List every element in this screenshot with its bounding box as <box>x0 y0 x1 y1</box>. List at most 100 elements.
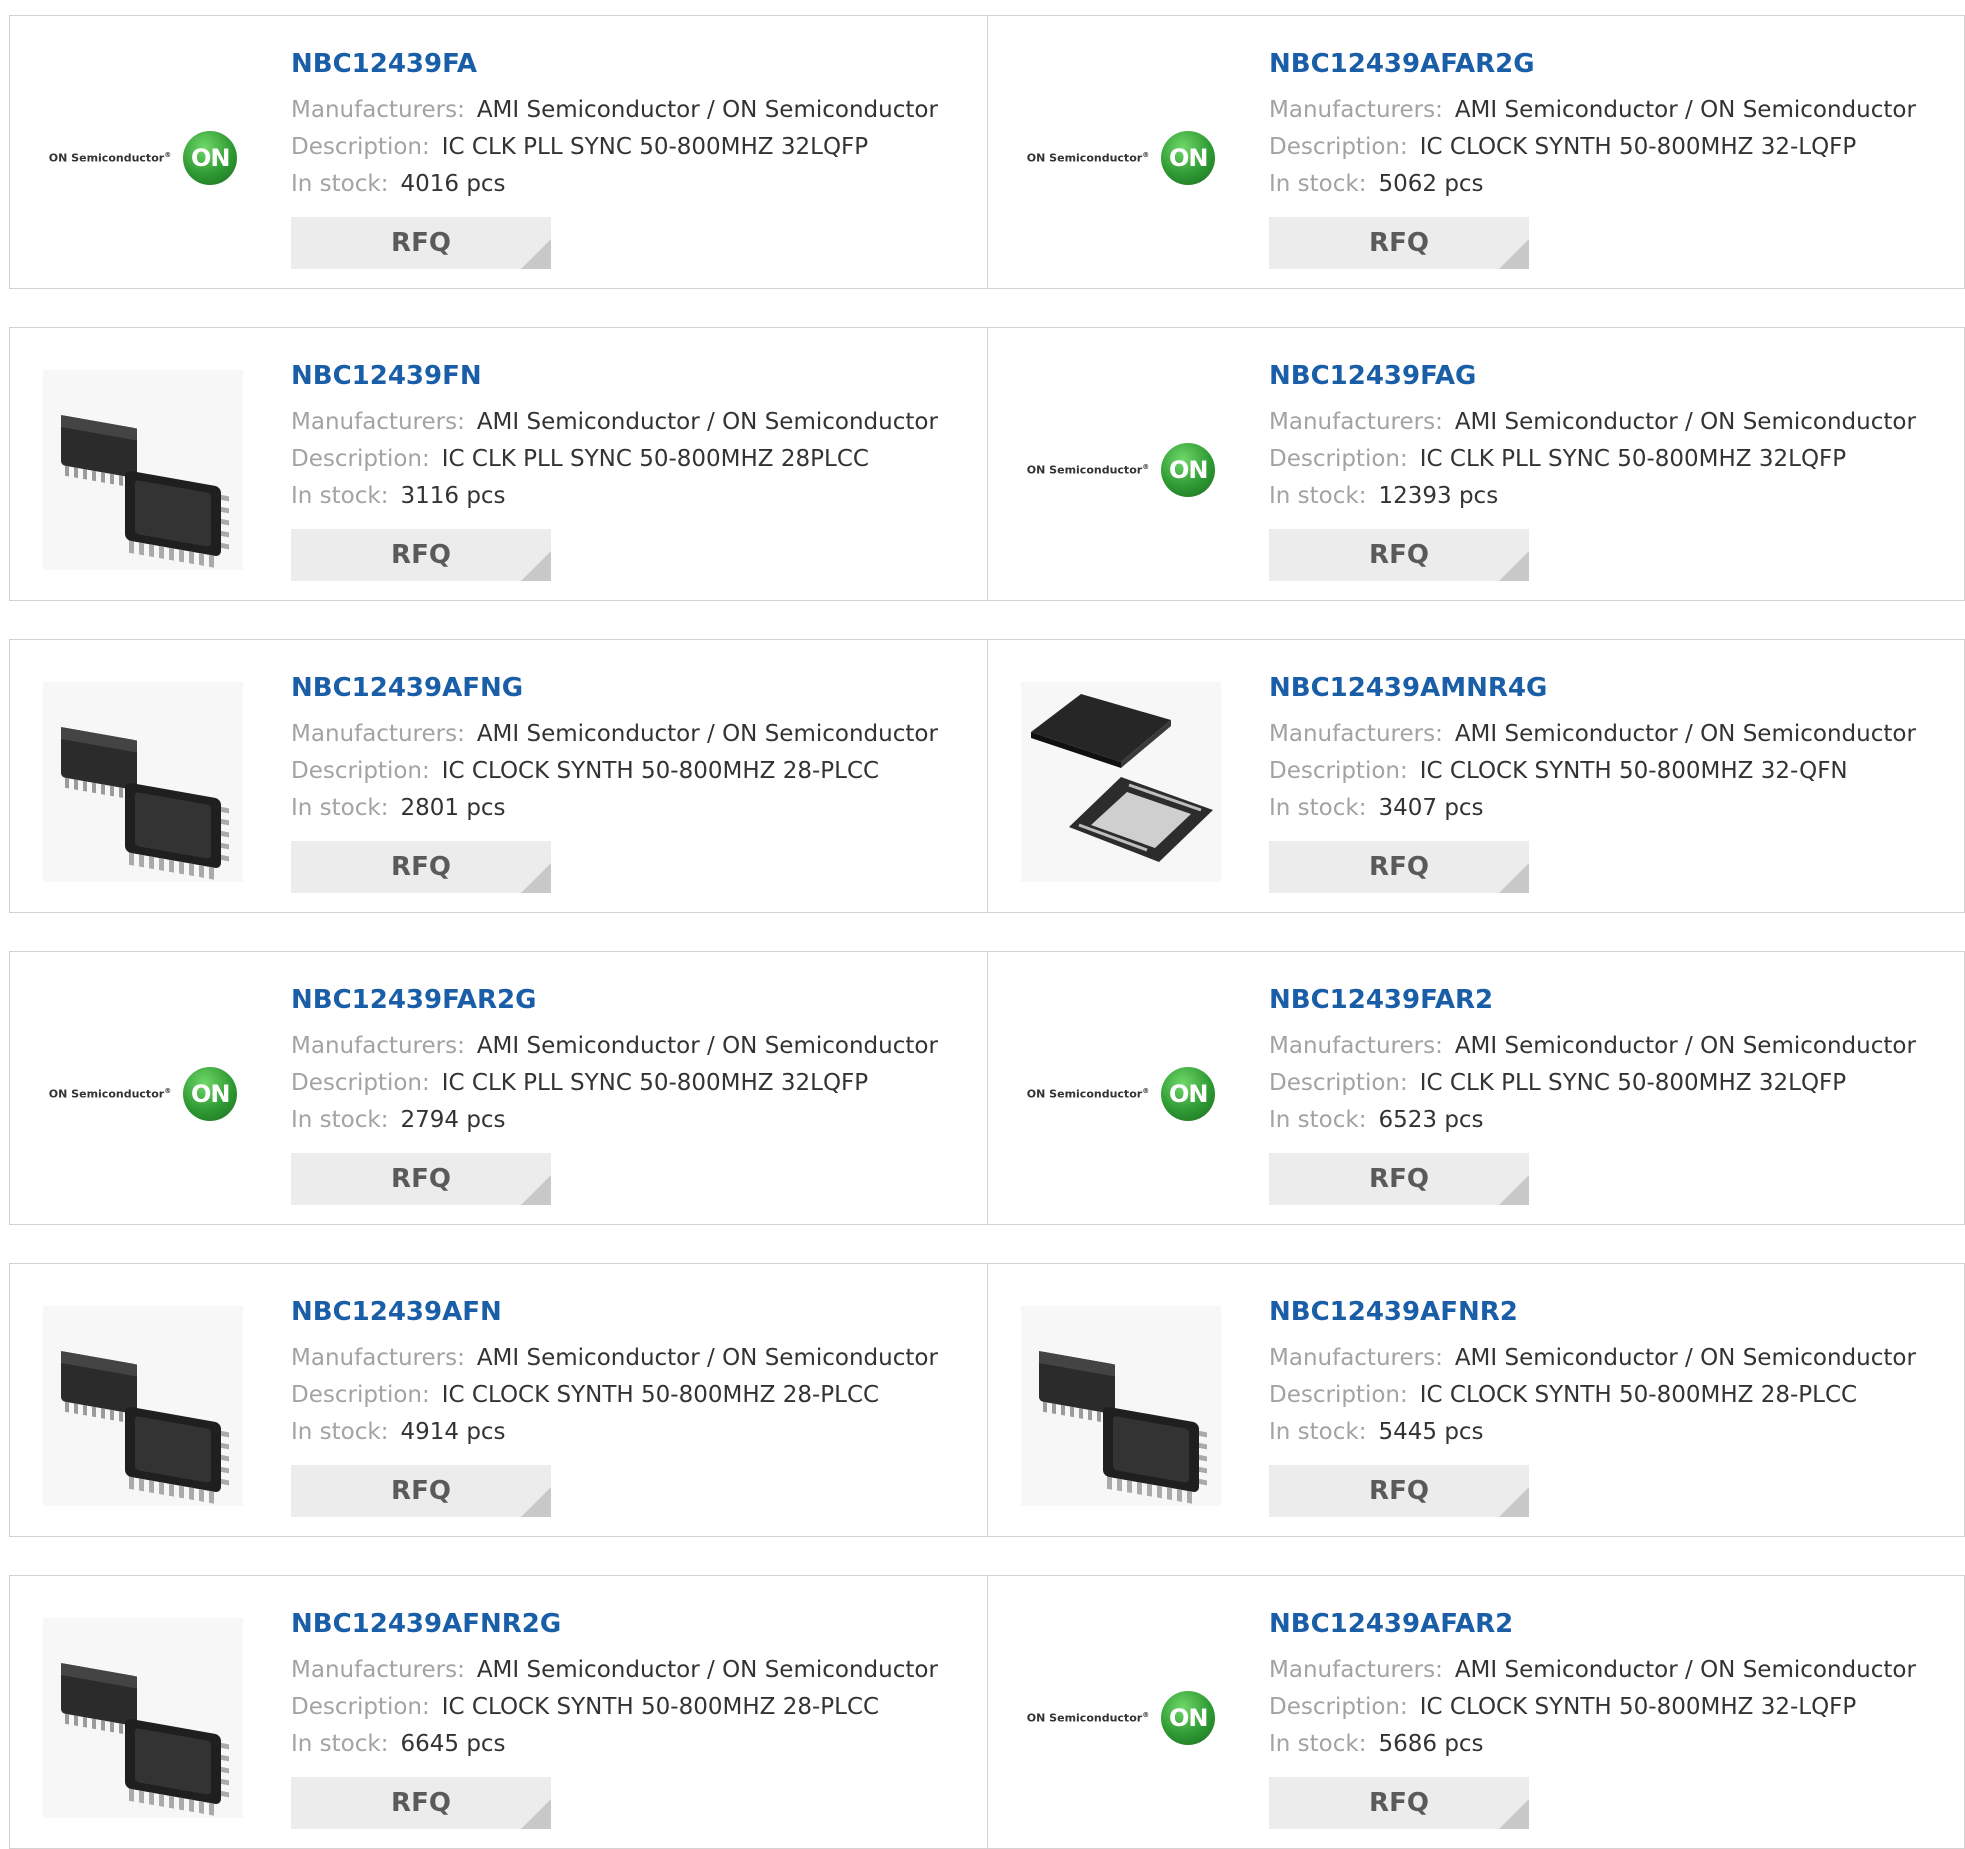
rfq-label: RFQ <box>1369 1788 1429 1818</box>
part-number-link[interactable]: NBC12439FAR2G <box>291 984 978 1016</box>
part-number-link[interactable]: NBC12439AFNG <box>291 672 978 704</box>
product-image: ON Semiconductor® ON <box>43 58 243 258</box>
rfq-button[interactable]: RFQ <box>1269 1777 1529 1829</box>
manufacturer-value: AMI Semiconductor / ON Semiconductor <box>476 1657 938 1683</box>
rfq-button[interactable]: RFQ <box>291 217 551 269</box>
description-value: IC CLOCK SYNTH 50-800MHZ 32-LQFP <box>1419 134 1857 160</box>
part-number-link[interactable]: NBC12439FA <box>291 48 978 80</box>
product-image: ON Semiconductor® ON <box>43 994 243 1194</box>
part-number-link[interactable]: NBC12439AFNR2 <box>1269 1296 1956 1328</box>
qfn-chip-image <box>1021 682 1221 882</box>
rfq-button[interactable]: RFQ <box>291 841 551 893</box>
in-stock-label: In stock: <box>291 1731 389 1757</box>
manufacturer-row: Manufacturers: AMI Semiconductor / ON Sem… <box>291 1340 978 1377</box>
manufacturers-label: Manufacturers: <box>1269 409 1443 435</box>
description-label: Description: <box>1269 1070 1408 1096</box>
manufacturer-value: AMI Semiconductor / ON Semiconductor <box>1454 1345 1916 1371</box>
rfq-button[interactable]: RFQ <box>291 529 551 581</box>
manufacturers-label: Manufacturers: <box>291 409 465 435</box>
in-stock-label: In stock: <box>291 483 389 509</box>
in-stock-label: In stock: <box>1269 171 1367 197</box>
manufacturer-row: Manufacturers: AMI Semiconductor / ON Sem… <box>1269 1028 1956 1065</box>
manufacturer-row: Manufacturers: AMI Semiconductor / ON Sem… <box>1269 716 1956 753</box>
manufacturer-row: Manufacturers: AMI Semiconductor / ON Sem… <box>291 404 978 441</box>
description-row: Description: IC CLOCK SYNTH 50-800MHZ 32-… <box>1269 1689 1956 1726</box>
manufacturer-row: Manufacturers: AMI Semiconductor / ON Sem… <box>1269 92 1956 129</box>
description-value: IC CLOCK SYNTH 50-800MHZ 32-QFN <box>1419 758 1848 784</box>
stock-value: 4914 pcs <box>400 1419 506 1445</box>
product-image: ON Semiconductor® ON <box>1021 1618 1221 1818</box>
rfq-button[interactable]: RFQ <box>1269 841 1529 893</box>
manufacturers-label: Manufacturers: <box>1269 1033 1443 1059</box>
rfq-button[interactable]: RFQ <box>1269 529 1529 581</box>
product-row: ON Semiconductor® ON NBC12439FAR2G Manuf… <box>9 951 1965 1225</box>
stock-row: In stock: 3116 pcs <box>291 478 978 515</box>
in-stock-label: In stock: <box>291 1419 389 1445</box>
product-image <box>43 682 243 882</box>
rfq-button[interactable]: RFQ <box>291 1465 551 1517</box>
part-number-link[interactable]: NBC12439FAR2 <box>1269 984 1956 1016</box>
description-value: IC CLOCK SYNTH 50-800MHZ 28-PLCC <box>441 1694 880 1720</box>
stock-value: 6645 pcs <box>400 1731 506 1757</box>
stock-row: In stock: 4016 pcs <box>291 166 978 203</box>
description-row: Description: IC CLK PLL SYNC 50-800MHZ 32… <box>1269 1065 1956 1102</box>
part-number-link[interactable]: NBC12439AFNR2G <box>291 1608 978 1640</box>
manufacturers-label: Manufacturers: <box>291 721 465 747</box>
rfq-label: RFQ <box>1369 1164 1429 1194</box>
stock-value: 3407 pcs <box>1378 795 1484 821</box>
stock-value: 12393 pcs <box>1378 483 1499 509</box>
product-image <box>1021 682 1221 882</box>
product-image <box>43 1306 243 1506</box>
part-number-link[interactable]: NBC12439AFAR2G <box>1269 48 1956 80</box>
rfq-label: RFQ <box>391 1164 451 1194</box>
manufacturers-label: Manufacturers: <box>291 1033 465 1059</box>
stock-row: In stock: 5062 pcs <box>1269 166 1956 203</box>
rfq-label: RFQ <box>1369 228 1429 258</box>
plcc-chip-image <box>43 1306 243 1506</box>
in-stock-label: In stock: <box>291 795 389 821</box>
product-row: NBC12439FN Manufacturers: AMI Semiconduct… <box>9 327 1965 601</box>
description-value: IC CLOCK SYNTH 50-800MHZ 28-PLCC <box>441 1382 880 1408</box>
part-number-link[interactable]: NBC12439FAG <box>1269 360 1956 392</box>
plcc-chip-image <box>43 1618 243 1818</box>
description-label: Description: <box>291 1382 430 1408</box>
stock-row: In stock: 6645 pcs <box>291 1726 978 1763</box>
rfq-label: RFQ <box>391 228 451 258</box>
description-label: Description: <box>291 758 430 784</box>
product-row: NBC12439AFNR2G Manufacturers: AMI Semicon… <box>9 1575 1965 1849</box>
rfq-button[interactable]: RFQ <box>291 1153 551 1205</box>
description-row: Description: IC CLOCK SYNTH 50-800MHZ 32-… <box>1269 129 1956 166</box>
rfq-button[interactable]: RFQ <box>1269 1465 1529 1517</box>
stock-value: 6523 pcs <box>1378 1107 1484 1133</box>
manufacturers-label: Manufacturers: <box>1269 721 1443 747</box>
product-image <box>43 370 243 570</box>
manufacturer-row: Manufacturers: AMI Semiconductor / ON Sem… <box>291 1028 978 1065</box>
manufacturer-value: AMI Semiconductor / ON Semiconductor <box>476 1345 938 1371</box>
product-card: NBC12439AMNR4G Manufacturers: AMI Semicon… <box>987 640 1965 912</box>
rfq-button[interactable]: RFQ <box>1269 217 1529 269</box>
description-row: Description: IC CLK PLL SYNC 50-800MHZ 32… <box>291 129 978 166</box>
product-card: ON Semiconductor® ON NBC12439FAG Manufac… <box>987 328 1965 600</box>
rfq-button[interactable]: RFQ <box>1269 1153 1529 1205</box>
product-grid: ON Semiconductor® ON NBC12439FA Manufact… <box>0 0 1965 1849</box>
part-number-link[interactable]: NBC12439AMNR4G <box>1269 672 1956 704</box>
part-number-link[interactable]: NBC12439FN <box>291 360 978 392</box>
manufacturers-label: Manufacturers: <box>1269 97 1443 123</box>
description-label: Description: <box>1269 758 1408 784</box>
on-logo-badge: ON <box>1161 1067 1216 1121</box>
part-number-link[interactable]: NBC12439AFN <box>291 1296 978 1328</box>
manufacturer-value: AMI Semiconductor / ON Semiconductor <box>476 409 938 435</box>
manufacturer-row: Manufacturers: AMI Semiconductor / ON Sem… <box>291 716 978 753</box>
manufacturer-row: Manufacturers: AMI Semiconductor / ON Sem… <box>1269 404 1956 441</box>
rfq-label: RFQ <box>1369 852 1429 882</box>
part-number-link[interactable]: NBC12439AFAR2 <box>1269 1608 1956 1640</box>
product-row: NBC12439AFNG Manufacturers: AMI Semicondu… <box>9 639 1965 913</box>
manufacturer-value: AMI Semiconductor / ON Semiconductor <box>1454 1033 1916 1059</box>
stock-row: In stock: 2801 pcs <box>291 790 978 827</box>
description-row: Description: IC CLK PLL SYNC 50-800MHZ 28… <box>291 441 978 478</box>
rfq-button[interactable]: RFQ <box>291 1777 551 1829</box>
on-logo-badge: ON <box>183 131 238 185</box>
on-logo-badge: ON <box>1161 1691 1216 1745</box>
on-semiconductor-logo: ON Semiconductor® ON <box>1027 443 1216 497</box>
description-row: Description: IC CLOCK SYNTH 50-800MHZ 32-… <box>1269 753 1956 790</box>
